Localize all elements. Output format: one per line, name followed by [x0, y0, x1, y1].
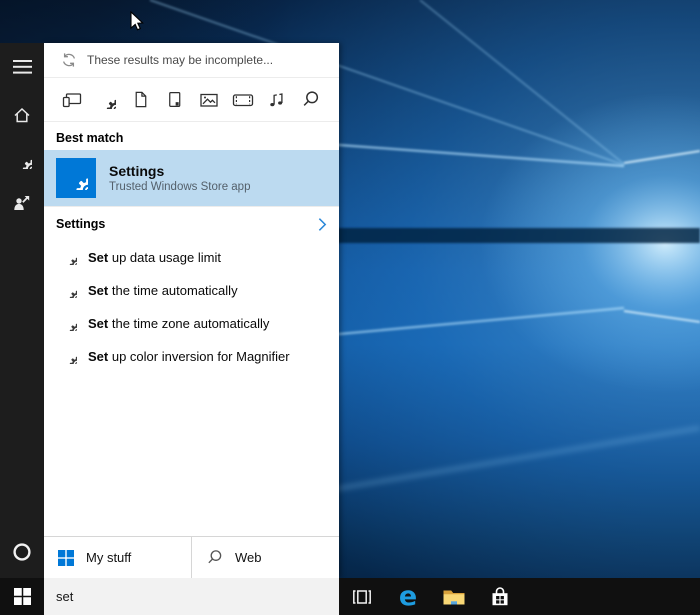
suggestion-rest: the time automatically — [108, 283, 238, 298]
suggestion-color-inversion-magnifier[interactable]: Set up color inversion for Magnifier — [44, 340, 339, 373]
search-filter-bar — [44, 78, 339, 122]
documents-filter-icon[interactable] — [128, 88, 152, 112]
file-explorer-icon — [442, 587, 466, 607]
search-icon — [301, 90, 320, 109]
windows-flag-icon — [58, 550, 74, 566]
photo-icon — [199, 90, 219, 110]
suggestion-label: Set the time automatically — [88, 283, 238, 298]
gear-icon — [13, 150, 32, 169]
sidebar-settings-button[interactable] — [8, 149, 36, 169]
gear-icon — [97, 90, 116, 109]
windows-store-icon — [488, 585, 512, 609]
suggestion-time-zone-automatically[interactable]: Set the time zone automatically — [44, 307, 339, 340]
result-subtitle: Trusted Windows Store app — [109, 180, 251, 193]
sidebar-feedback-button[interactable] — [8, 193, 36, 213]
music-filter-icon[interactable] — [265, 88, 289, 112]
search-scope-footer: My stuff Web — [44, 536, 339, 578]
taskbar: e — [0, 578, 700, 615]
gear-icon — [62, 283, 77, 298]
photos-filter-icon[interactable] — [197, 88, 221, 112]
gear-icon — [62, 250, 77, 265]
feedback-icon — [12, 193, 32, 213]
start-button[interactable] — [0, 578, 44, 615]
suggestion-time-automatically[interactable]: Set the time automatically — [44, 274, 339, 307]
suggestion-bold: Set — [88, 250, 109, 265]
results-incomplete-notice: These results may be incomplete... — [44, 43, 339, 78]
suggestion-bold: Set — [88, 283, 109, 298]
filmstrip-icon — [232, 90, 254, 110]
task-view-button[interactable] — [350, 585, 374, 609]
gear-icon — [64, 166, 88, 190]
panel-empty-area — [44, 373, 339, 536]
result-title: Settings — [109, 162, 165, 179]
windows-store-button[interactable] — [488, 585, 512, 609]
best-match-result-settings[interactable]: Settings Trusted Windows Store app — [44, 150, 339, 206]
suggestion-bold: Set — [88, 349, 109, 364]
document-icon — [131, 90, 150, 109]
best-match-header: Best match — [56, 131, 124, 145]
cortana-button[interactable] — [8, 542, 36, 562]
task-view-icon — [351, 586, 373, 608]
taskbar-icons: e — [339, 578, 512, 615]
music-notes-icon — [267, 90, 287, 110]
gear-icon — [62, 316, 77, 331]
my-stuff-button[interactable]: My stuff — [44, 537, 192, 578]
suggestion-label: Set up color inversion for Magnifier — [88, 349, 290, 364]
search-results-panel: These results may be incomplete... Best … — [44, 43, 339, 578]
settings-category-row[interactable]: Settings — [44, 206, 339, 241]
apps-icon — [62, 90, 82, 110]
hamburger-menu-button[interactable] — [8, 57, 36, 77]
sync-icon[interactable] — [61, 52, 77, 68]
suggestion-label: Set up data usage limit — [88, 250, 221, 265]
gear-icon — [62, 349, 77, 364]
videos-filter-icon[interactable] — [231, 88, 255, 112]
edge-icon: e — [398, 580, 418, 612]
settings-filter-icon[interactable] — [94, 88, 118, 112]
taskbar-search-box — [44, 578, 339, 615]
web-label: Web — [235, 550, 262, 565]
suggestion-rest: up data usage limit — [108, 250, 221, 265]
file-explorer-button[interactable] — [442, 585, 466, 609]
windows-desktop: These results may be incomplete... Best … — [0, 0, 700, 615]
chevron-right-icon — [318, 217, 327, 232]
home-icon — [12, 105, 32, 125]
settings-app-tile — [56, 158, 96, 198]
result-text: Settings Trusted Windows Store app — [109, 162, 250, 195]
hamburger-icon — [12, 60, 32, 74]
search-input[interactable] — [44, 589, 339, 604]
web-button[interactable]: Web — [192, 537, 339, 578]
cortana-circle-icon — [13, 543, 31, 561]
folders-filter-icon[interactable] — [162, 88, 186, 112]
search-icon — [206, 549, 223, 566]
folder-tablet-icon — [165, 90, 184, 109]
suggestion-bold: Set — [88, 316, 109, 331]
search-sidebar — [0, 43, 44, 578]
mouse-cursor — [130, 11, 144, 31]
notice-text: These results may be incomplete... — [87, 53, 274, 67]
suggestion-rest: the time zone automatically — [108, 316, 270, 331]
suggestion-label: Set the time zone automatically — [88, 316, 269, 331]
windows-flag-icon — [14, 588, 31, 605]
apps-filter-icon[interactable] — [60, 88, 84, 112]
suggestion-rest: up color inversion for Magnifier — [108, 349, 290, 364]
web-filter-icon[interactable] — [299, 88, 323, 112]
suggestion-data-usage-limit[interactable]: Set up data usage limit — [44, 241, 339, 274]
my-stuff-label: My stuff — [86, 550, 132, 565]
edge-browser-button[interactable]: e — [396, 580, 420, 612]
sidebar-home-button[interactable] — [8, 105, 36, 125]
category-label: Settings — [56, 217, 106, 231]
